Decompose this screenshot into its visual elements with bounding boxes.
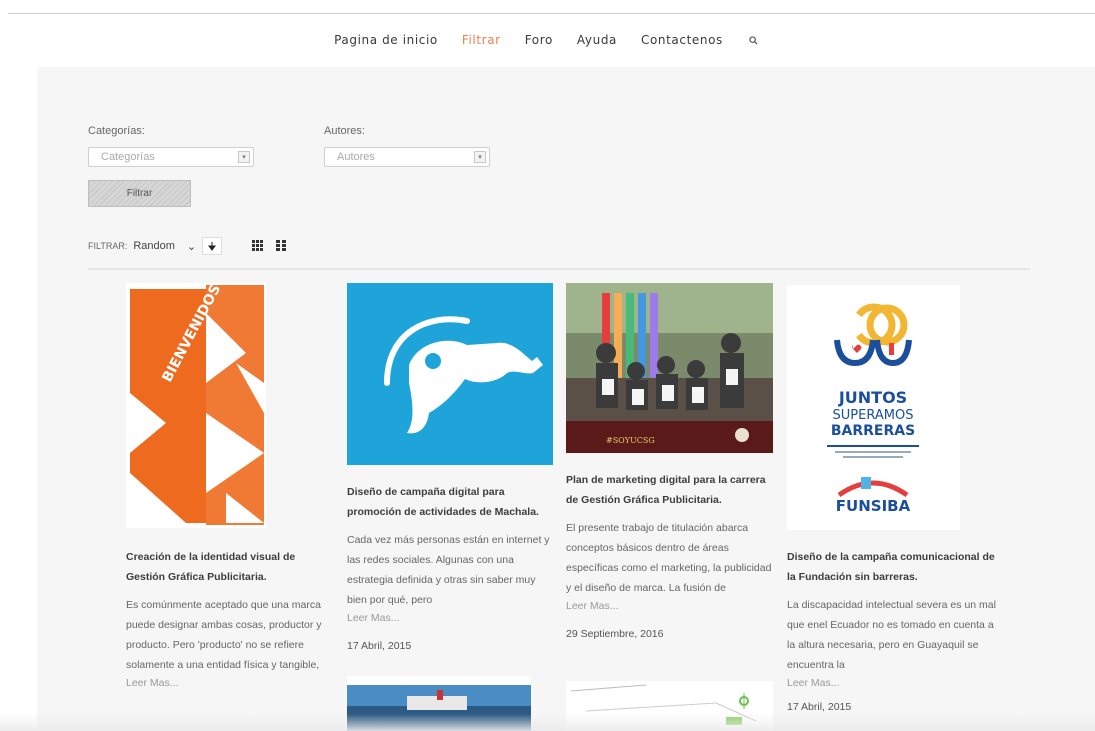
card-excerpt: El presente trabajo de titulación abarca… [566,522,772,594]
nav-item-contactenos[interactable]: Contactenos [641,33,723,47]
read-more-link[interactable]: Leer Mas... [566,598,776,614]
card-image-funsiba[interactable]: JUNTOS SUPERAMOS BARRERAS FUNSIBA [787,285,960,530]
categories-placeholder: Categorías [101,151,155,163]
authors-select[interactable]: Autores ▾ [324,147,490,167]
sort-select[interactable]: Random ⌄ [133,240,196,253]
grid-icon[interactable] [249,237,266,254]
categories-label: Categorías: [88,125,145,137]
chevron-down-icon: ⌄ [186,240,197,253]
sort-value: Random [133,240,175,252]
card-title[interactable]: Diseño de campaña digital para promoción… [347,482,557,522]
superamos-text: SUPERAMOS [833,408,914,423]
card-excerpt: Es comúnmente aceptado que una marca pue… [126,599,322,671]
sort-bar: FILTRAR: Random ⌄ [88,237,223,255]
main-nav: Pagina de inicio Filtrar Foro Ayuda Cont… [0,33,1095,47]
nav-item-ayuda[interactable]: Ayuda [577,33,617,47]
soyucsg-text: #SOYUCSG [606,436,655,445]
authors-placeholder: Autores [337,151,375,163]
search-icon[interactable] [747,33,761,47]
sort-label: FILTRAR: [88,241,128,251]
card-marketing: Plan de marketing digital para la carrer… [566,470,776,640]
card-title[interactable]: Plan de marketing digital para la carrer… [566,470,776,510]
categories-select[interactable]: Categorías ▾ [88,147,254,167]
filter-submit-button[interactable]: Filtrar [88,180,191,207]
card-image-marketing[interactable]: #SOYUCSG [566,283,773,453]
header-divider [8,13,1095,14]
nav-item-filtrar[interactable]: Filtrar [462,33,501,47]
funsiba-logo-text: FUNSIBA [836,497,911,515]
card-machala: Diseño de campaña digital para promoción… [347,482,557,652]
barreras-text: BARRERAS [831,423,915,439]
card-image-identidad[interactable]: BIENVENIDOS [126,283,266,528]
card-date: 17 Abril, 2015 [787,701,852,713]
card-identidad: Creación de la identidad visual de Gesti… [126,547,336,691]
chevron-down-icon: ▾ [474,151,486,163]
nav-item-inicio[interactable]: Pagina de inicio [334,33,438,47]
list-icon[interactable] [272,237,289,254]
card-funsiba: Diseño de la campaña comunicacional de l… [787,547,997,713]
card-excerpt: La discapacidad intelectual severa es un… [787,599,996,671]
card-date: 17 Abril, 2015 [347,640,412,652]
authors-label: Autores: [324,125,365,137]
bottom-shadow [0,714,1095,731]
card-title[interactable]: Creación de la identidad visual de Gesti… [126,547,336,587]
chevron-down-icon: ▾ [238,151,250,163]
card-title[interactable]: Diseño de la campaña comunicacional de l… [787,547,997,587]
card-image-machala[interactable] [347,283,553,465]
read-more-link[interactable]: Leer Mas... [347,610,557,626]
read-more-link[interactable]: Leer Mas... [787,675,997,691]
nav-item-foro[interactable]: Foro [525,33,553,47]
juntos-text: JUNTOS [838,388,907,407]
arrow-down-icon[interactable] [202,237,223,255]
card-excerpt: Cada vez más personas están en internet … [347,534,550,606]
read-more-link[interactable]: Leer Mas... [126,675,336,691]
sort-divider [88,268,1030,270]
card-date: 29 Septiembre, 2016 [566,628,664,640]
